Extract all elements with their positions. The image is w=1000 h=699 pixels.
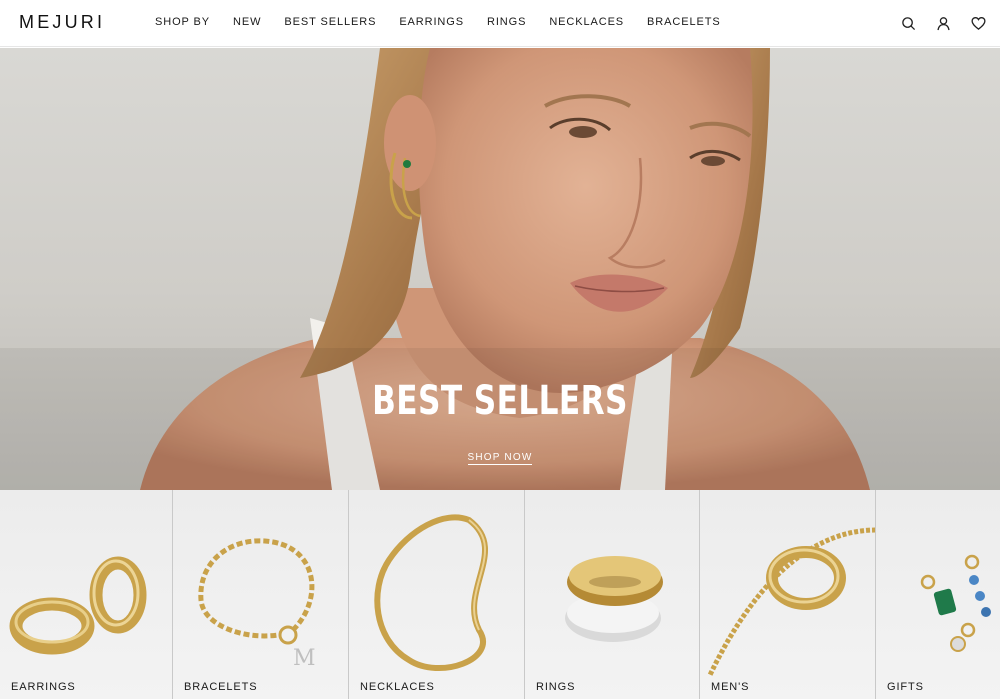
category-label-earrings: EARRINGS — [11, 681, 76, 693]
nav-item-new[interactable]: NEW — [233, 16, 261, 28]
category-label-mens: MEN'S — [711, 681, 750, 693]
category-label-rings: RINGS — [536, 681, 576, 693]
brand-logo[interactable]: MEJURI — [19, 12, 105, 33]
mens-jewelry-image — [707, 527, 875, 677]
svg-text:M: M — [293, 646, 316, 671]
hero-title: BEST SELLERS — [372, 378, 628, 424]
site-header: MEJURI SHOP BY NEW BEST SELLERS EARRINGS… — [0, 0, 1000, 47]
category-tile-bracelets[interactable]: M BRACELETS — [172, 490, 348, 699]
nav-item-necklaces[interactable]: NECKLACES — [549, 16, 624, 28]
bracelet-image: M — [198, 538, 316, 671]
main-nav: SHOP BY NEW BEST SELLERS EARRINGS RINGS … — [155, 16, 744, 28]
necklace-image — [374, 514, 489, 671]
category-label-necklaces: NECKLACES — [360, 681, 435, 693]
nav-item-rings[interactable]: RINGS — [487, 16, 526, 28]
category-tile-gifts[interactable]: GIFTS — [875, 490, 1000, 699]
category-tile-earrings[interactable]: EARRINGS — [0, 490, 172, 699]
header-icons — [883, 13, 988, 33]
category-label-bracelets: BRACELETS — [184, 681, 258, 693]
category-tile-necklaces[interactable]: NECKLACES — [348, 490, 524, 699]
category-tile-mens[interactable]: MEN'S — [699, 490, 875, 699]
nav-item-earrings[interactable]: EARRINGS — [399, 16, 464, 28]
wishlist-heart-icon[interactable] — [968, 13, 988, 33]
account-icon[interactable] — [933, 13, 953, 33]
earrings-image — [9, 556, 147, 655]
nav-item-shop-by[interactable]: SHOP BY — [155, 16, 210, 28]
nav-item-bracelets[interactable]: BRACELETS — [647, 16, 721, 28]
rings-image — [565, 556, 663, 642]
hero-shop-now-link[interactable]: SHOP NOW — [467, 452, 533, 465]
category-grid: EARRINGS M BRACELETS NECKLACES RINGS MEN… — [0, 490, 1000, 699]
search-icon[interactable] — [898, 13, 918, 33]
nav-item-best-sellers[interactable]: BEST SELLERS — [284, 16, 376, 28]
category-tile-rings[interactable]: RINGS — [524, 490, 699, 699]
hero-banner[interactable]: BEST SELLERS SHOP NOW — [0, 48, 1000, 490]
gifts-charms-image — [920, 554, 991, 652]
category-label-gifts: GIFTS — [887, 681, 924, 693]
